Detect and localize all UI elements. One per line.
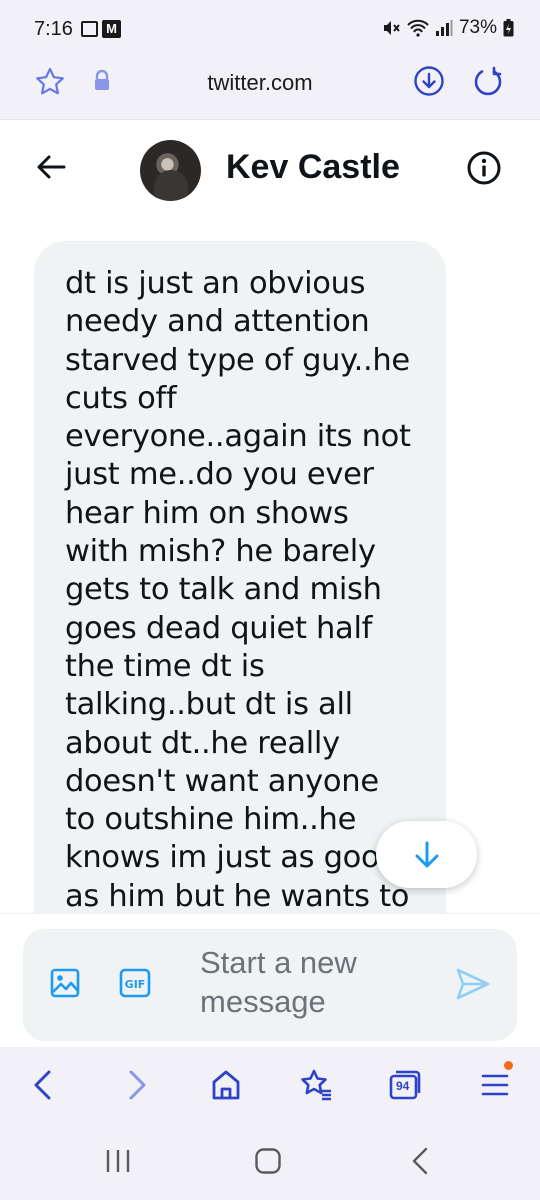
tab-count: 94 bbox=[396, 1079, 410, 1093]
message-list[interactable]: dt is just an obvious needy and attentio… bbox=[0, 220, 540, 913]
url-text[interactable]: twitter.com bbox=[160, 70, 360, 96]
download-icon[interactable] bbox=[413, 65, 445, 102]
wifi-icon bbox=[407, 19, 429, 37]
bookmark-star-icon[interactable] bbox=[34, 66, 66, 103]
recent-apps-icon[interactable] bbox=[104, 1147, 132, 1180]
reload-icon[interactable] bbox=[472, 65, 504, 102]
contact-name[interactable]: Kev Castle bbox=[226, 148, 400, 187]
arrow-down-icon bbox=[415, 841, 438, 867]
scroll-to-bottom-button[interactable] bbox=[376, 821, 477, 888]
gmail-notification-icon: M bbox=[102, 20, 121, 38]
tabs-icon[interactable]: 94 bbox=[388, 1067, 422, 1103]
menu-icon[interactable] bbox=[481, 1061, 513, 1103]
message-bubble[interactable]: dt is just an obvious needy and attentio… bbox=[34, 241, 446, 913]
status-time: 7:16 bbox=[34, 18, 73, 40]
media-icon[interactable] bbox=[49, 967, 81, 1004]
signal-icon bbox=[435, 20, 453, 36]
lock-icon[interactable] bbox=[92, 69, 112, 98]
browser-bottom-nav: 94 bbox=[0, 1047, 540, 1127]
battery-icon bbox=[503, 19, 514, 37]
home-button-icon[interactable] bbox=[254, 1147, 282, 1180]
info-icon[interactable] bbox=[466, 150, 502, 191]
message-input[interactable]: Start a new message bbox=[200, 943, 440, 1021]
gif-icon[interactable]: GIF bbox=[119, 967, 151, 1004]
mute-icon bbox=[383, 21, 400, 35]
battery-percent: 73% bbox=[458, 17, 497, 38]
send-icon[interactable] bbox=[455, 967, 491, 1006]
system-status-icons: 73% bbox=[381, 17, 514, 39]
notification-dot bbox=[504, 1061, 513, 1070]
system-back-icon[interactable] bbox=[408, 1147, 432, 1180]
avatar[interactable] bbox=[140, 140, 201, 201]
home-icon[interactable] bbox=[210, 1067, 242, 1108]
browser-forward-icon[interactable] bbox=[124, 1067, 150, 1108]
gif-label: GIF bbox=[125, 978, 146, 991]
conversation-header: Kev Castle bbox=[0, 120, 540, 220]
browser-address-bar: twitter.com bbox=[0, 58, 540, 120]
message-text: dt is just an obvious needy and attentio… bbox=[65, 266, 411, 913]
composer-area: GIF Start a new message bbox=[0, 913, 540, 1047]
system-navigation-bar bbox=[0, 1127, 540, 1200]
image-notification-icon bbox=[81, 21, 98, 37]
back-arrow-icon[interactable] bbox=[34, 150, 68, 189]
status-bar: 7:16 M 73% bbox=[0, 0, 540, 58]
browser-back-icon[interactable] bbox=[30, 1067, 56, 1108]
bookmarks-icon[interactable] bbox=[298, 1067, 334, 1108]
composer-box[interactable]: GIF Start a new message bbox=[23, 929, 517, 1041]
